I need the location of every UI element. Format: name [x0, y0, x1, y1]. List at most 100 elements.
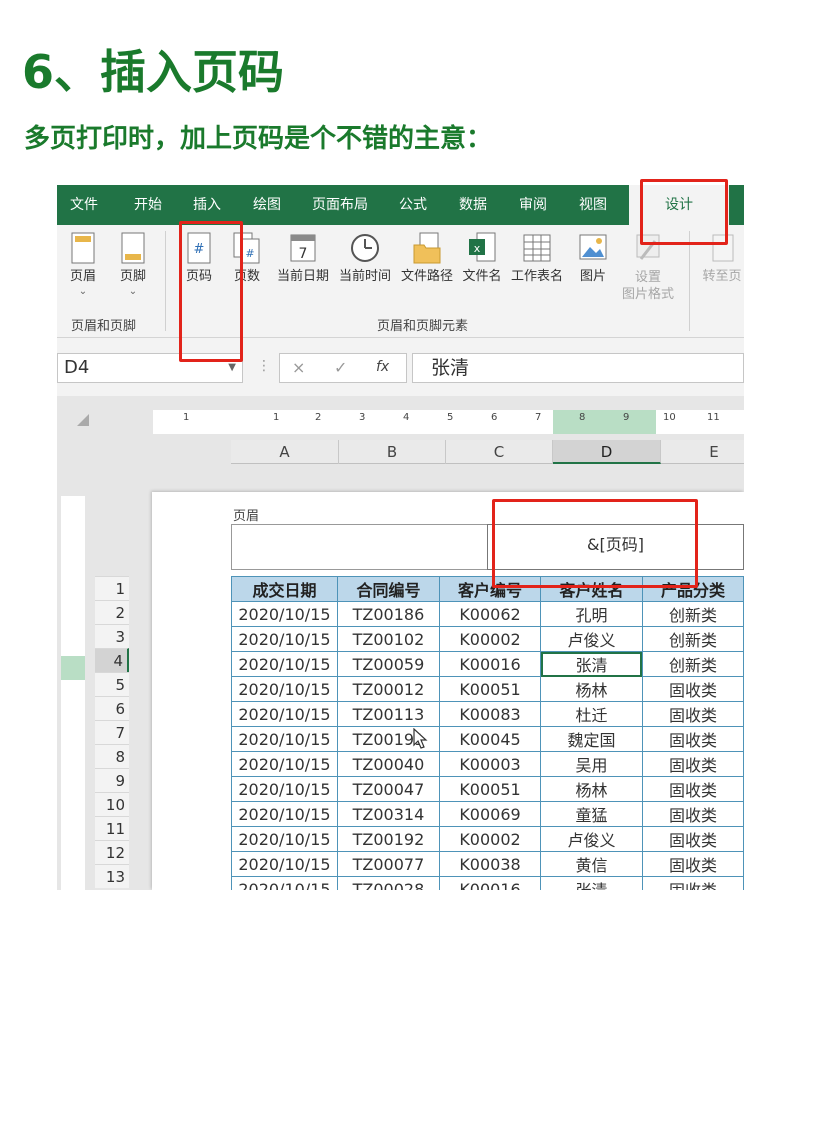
table-cell[interactable]: 卢俊义: [540, 626, 643, 652]
table-cell[interactable]: K00083: [438, 701, 542, 727]
header-button[interactable]: 页眉 ⌄: [65, 231, 101, 297]
table-cell[interactable]: K00002: [438, 626, 542, 652]
table-cell[interactable]: 2020/10/15: [231, 801, 338, 827]
table-cell[interactable]: TZ00028: [336, 876, 441, 890]
table-cell[interactable]: K00038: [438, 851, 542, 877]
table-cell[interactable]: 吴用: [540, 751, 643, 777]
row-header[interactable]: 6: [95, 696, 129, 720]
enter-icon[interactable]: ✓: [334, 358, 347, 377]
column-header-a[interactable]: A: [231, 440, 339, 464]
select-all-icon[interactable]: [77, 414, 89, 426]
row-header[interactable]: 5: [95, 672, 129, 696]
row-header[interactable]: 3: [95, 624, 129, 648]
row-header[interactable]: 9: [95, 768, 129, 792]
footer-button[interactable]: 页脚 ⌄: [115, 231, 151, 297]
current-time-button[interactable]: 当前时间: [335, 231, 395, 285]
table-cell[interactable]: 固收类: [641, 851, 744, 877]
table-cell[interactable]: TZ00012: [336, 676, 441, 702]
column-header-cell[interactable]: 合同编号: [336, 576, 441, 602]
row-header[interactable]: 1: [95, 576, 129, 600]
table-cell[interactable]: TZ00113: [336, 701, 441, 727]
table-cell[interactable]: 创新类: [641, 626, 744, 652]
table-cell[interactable]: 固收类: [641, 751, 744, 777]
tab-page-layout[interactable]: 页面布局: [303, 185, 377, 225]
table-cell[interactable]: 固收类: [641, 701, 744, 727]
table-cell[interactable]: TZ00186: [336, 601, 441, 627]
row-header[interactable]: 7: [95, 720, 129, 744]
table-cell[interactable]: 创新类: [641, 651, 744, 677]
table-cell[interactable]: 2020/10/15: [231, 851, 338, 877]
column-header-c[interactable]: C: [446, 440, 553, 464]
row-header[interactable]: 8: [95, 744, 129, 768]
table-cell[interactable]: 固收类: [641, 676, 744, 702]
row-header[interactable]: 12: [95, 840, 129, 864]
column-header-b[interactable]: B: [339, 440, 446, 464]
table-cell[interactable]: K00002: [438, 826, 542, 852]
formula-input[interactable]: 张清: [412, 353, 744, 383]
picture-button[interactable]: 图片: [573, 231, 613, 285]
fx-icon[interactable]: fx: [376, 359, 389, 375]
table-cell[interactable]: TZ00077: [336, 851, 441, 877]
tab-insert[interactable]: 插入: [183, 185, 231, 225]
row-header[interactable]: 4: [95, 648, 129, 672]
table-cell[interactable]: 孔明: [540, 601, 643, 627]
current-date-button[interactable]: 7 当前日期: [273, 231, 333, 285]
row-header[interactable]: 11: [95, 816, 129, 840]
table-cell[interactable]: 固收类: [641, 876, 744, 890]
table-cell[interactable]: K00003: [438, 751, 542, 777]
table-cell[interactable]: 杜迁: [540, 701, 643, 727]
column-header-e[interactable]: E: [661, 440, 744, 464]
tab-file[interactable]: 文件: [57, 185, 111, 225]
row-header[interactable]: 13: [95, 864, 129, 888]
table-cell[interactable]: 2020/10/15: [231, 626, 338, 652]
table-cell[interactable]: K00062: [438, 601, 542, 627]
table-cell[interactable]: 卢俊义: [540, 826, 643, 852]
file-path-button[interactable]: 文件路径: [397, 231, 457, 285]
tab-review[interactable]: 审阅: [507, 185, 559, 225]
table-cell[interactable]: K00069: [438, 801, 542, 827]
tab-home[interactable]: 开始: [123, 185, 173, 225]
table-cell[interactable]: TZ00314: [336, 801, 441, 827]
table-cell[interactable]: K00051: [438, 776, 542, 802]
table-cell[interactable]: K00051: [438, 676, 542, 702]
table-cell[interactable]: 固收类: [641, 826, 744, 852]
sheet-name-button[interactable]: 工作表名: [507, 231, 567, 285]
table-cell[interactable]: K00016: [438, 651, 542, 677]
file-name-button[interactable]: x 文件名: [459, 231, 505, 285]
table-cell[interactable]: 创新类: [641, 601, 744, 627]
table-cell[interactable]: 2020/10/15: [231, 726, 338, 752]
table-cell[interactable]: TZ00192: [336, 826, 441, 852]
row-header[interactable]: 2: [95, 600, 129, 624]
table-cell[interactable]: 固收类: [641, 801, 744, 827]
column-header-d[interactable]: D: [553, 440, 661, 464]
table-cell[interactable]: 杨林: [540, 776, 643, 802]
tab-view[interactable]: 视图: [567, 185, 619, 225]
table-cell[interactable]: 2020/10/15: [231, 826, 338, 852]
table-cell[interactable]: 2020/10/15: [231, 776, 338, 802]
table-cell[interactable]: 张清: [540, 651, 643, 677]
table-cell[interactable]: TZ00059: [336, 651, 441, 677]
table-cell[interactable]: TZ00102: [336, 626, 441, 652]
table-cell[interactable]: 2020/10/15: [231, 676, 338, 702]
table-cell[interactable]: 2020/10/15: [231, 601, 338, 627]
column-header-cell[interactable]: 成交日期: [231, 576, 338, 602]
table-cell[interactable]: TZ00047: [336, 776, 441, 802]
tab-data[interactable]: 数据: [447, 185, 499, 225]
cancel-icon[interactable]: ×: [292, 358, 305, 377]
tab-formulas[interactable]: 公式: [387, 185, 439, 225]
table-cell[interactable]: 魏定国: [540, 726, 643, 752]
table-cell[interactable]: 固收类: [641, 776, 744, 802]
table-cell[interactable]: 杨林: [540, 676, 643, 702]
table-cell[interactable]: 2020/10/15: [231, 876, 338, 890]
table-cell[interactable]: 童猛: [540, 801, 643, 827]
table-cell[interactable]: 2020/10/15: [231, 701, 338, 727]
table-cell[interactable]: 黄信: [540, 851, 643, 877]
table-cell[interactable]: 张清: [540, 876, 643, 890]
table-cell[interactable]: 固收类: [641, 726, 744, 752]
table-cell[interactable]: K00045: [438, 726, 542, 752]
table-cell[interactable]: TZ00040: [336, 751, 441, 777]
row-header[interactable]: 10: [95, 792, 129, 816]
table-cell[interactable]: K00016: [438, 876, 542, 890]
table-cell[interactable]: 2020/10/15: [231, 651, 338, 677]
table-cell[interactable]: 2020/10/15: [231, 751, 338, 777]
